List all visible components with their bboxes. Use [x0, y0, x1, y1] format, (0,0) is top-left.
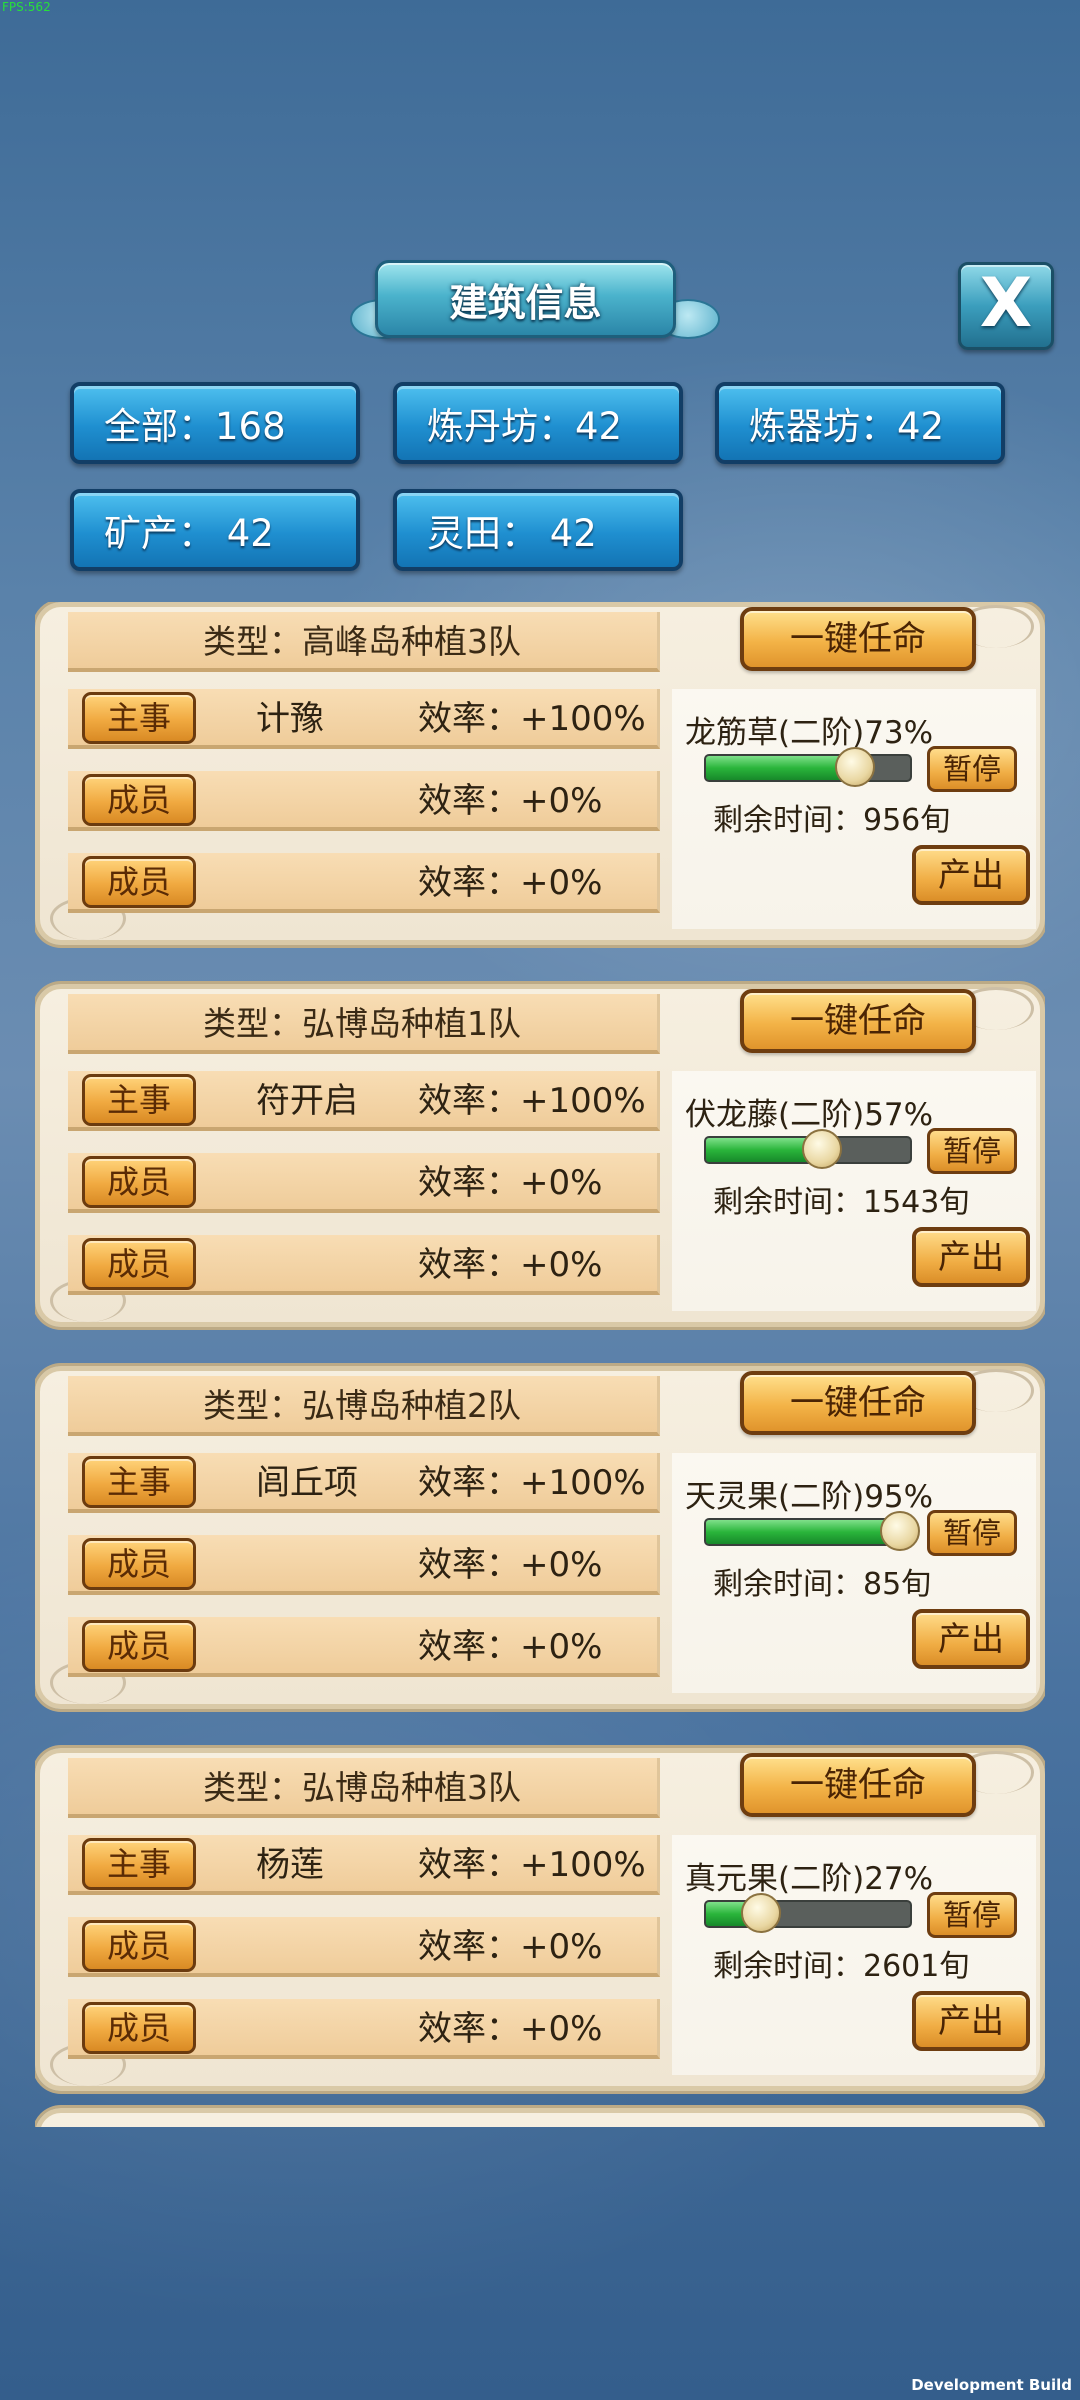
member-slot-button[interactable]: 成员 — [82, 1538, 196, 1590]
crop-progress-label: 龙筋草(二阶)73% — [685, 715, 934, 751]
dev-build-label: Development Build — [911, 2376, 1072, 2394]
title-banner: 建筑信息 — [350, 255, 730, 345]
staff-name: 杨莲 — [256, 1845, 324, 1885]
member-slot-button[interactable]: 成员 — [82, 2002, 196, 2054]
staff-name: 符开启 — [256, 1081, 358, 1121]
manager-slot-button[interactable]: 主事 — [82, 692, 196, 744]
team-card: 类型：弘博岛种植2队 主事 闾丘项 效率：+100% 成员 效率：+0% 成员 效率：+0% 一… — [35, 1366, 1045, 1709]
pause-button[interactable]: 暂停 — [927, 1128, 1017, 1174]
staff-row: 成员 效率：+0% — [68, 1917, 660, 1977]
team-type-band: 类型：弘博岛种植2队 — [68, 1376, 660, 1436]
remaining-time: 剩余时间：1543旬 — [713, 1185, 970, 1220]
team-type-label: 类型：高峰岛种植3队 — [203, 622, 521, 661]
member-slot-button[interactable]: 成员 — [82, 1920, 196, 1972]
growth-progress-bar — [704, 1893, 912, 1933]
staff-row: 成员 效率：+0% — [68, 771, 660, 831]
pause-button[interactable]: 暂停 — [927, 1892, 1017, 1938]
team-type-label: 类型：弘博岛种植3队 — [203, 1768, 521, 1807]
efficiency-label: 效率：+0% — [418, 1545, 603, 1585]
efficiency-label: 效率：+0% — [418, 2009, 603, 2049]
staff-row: 主事 计豫 效率：+100% — [68, 689, 660, 749]
efficiency-label: 效率：+0% — [418, 1245, 603, 1285]
efficiency-label: 效率：+0% — [418, 863, 603, 903]
close-button[interactable]: X — [958, 262, 1054, 350]
tab-all[interactable]: 全部：168 — [70, 382, 360, 464]
tab-forge[interactable]: 炼器坊：42 — [715, 382, 1005, 464]
efficiency-label: 效率：+100% — [418, 699, 646, 739]
auto-appoint-button[interactable]: 一键任命 — [740, 607, 976, 671]
remaining-time: 剩余时间：2601旬 — [713, 1949, 970, 1984]
member-slot-button[interactable]: 成员 — [82, 1156, 196, 1208]
growth-progress-bar — [704, 1129, 912, 1169]
member-slot-button[interactable]: 成员 — [82, 774, 196, 826]
efficiency-label: 效率：+0% — [418, 1627, 603, 1667]
team-type-band: 类型：弘博岛种植1队 — [68, 994, 660, 1054]
growth-progress-bar — [704, 747, 912, 787]
crop-progress-label: 伏龙藤(二阶)57% — [685, 1097, 934, 1133]
team-type-label: 类型：弘博岛种植1队 — [203, 1004, 521, 1043]
member-slot-button[interactable]: 成员 — [82, 856, 196, 908]
pause-button[interactable]: 暂停 — [927, 746, 1017, 792]
remaining-time: 剩余时间：956旬 — [713, 803, 951, 838]
staff-row: 成员 效率：+0% — [68, 1999, 660, 2059]
remaining-time: 剩余时间：85旬 — [713, 1567, 932, 1602]
tab-alchemy[interactable]: 炼丹坊：42 — [393, 382, 683, 464]
tab-spirit-field[interactable]: 灵田： 42 — [393, 489, 683, 571]
progress-fill — [706, 756, 855, 780]
staff-row: 成员 效率：+0% — [68, 1235, 660, 1295]
team-type-band: 类型：高峰岛种植3队 — [68, 612, 660, 672]
staff-row: 主事 符开启 效率：+100% — [68, 1071, 660, 1131]
staff-row: 成员 效率：+0% — [68, 1617, 660, 1677]
efficiency-label: 效率：+100% — [418, 1081, 646, 1121]
manager-slot-button[interactable]: 主事 — [82, 1838, 196, 1890]
staff-row: 主事 闾丘项 效率：+100% — [68, 1453, 660, 1513]
pause-button[interactable]: 暂停 — [927, 1510, 1017, 1556]
fps-counter: FPS:562 — [2, 0, 51, 14]
crop-progress-label: 天灵果(二阶)95% — [685, 1479, 934, 1515]
staff-name: 计豫 — [256, 699, 324, 739]
manager-slot-button[interactable]: 主事 — [82, 1074, 196, 1126]
efficiency-label: 效率：+0% — [418, 1163, 603, 1203]
team-type-band: 类型：弘博岛种植3队 — [68, 1758, 660, 1818]
auto-appoint-button[interactable]: 一键任命 — [740, 989, 976, 1053]
progress-knob — [879, 1511, 920, 1551]
staff-row: 成员 效率：+0% — [68, 853, 660, 913]
auto-appoint-button[interactable]: 一键任命 — [740, 1753, 976, 1817]
manager-slot-button[interactable]: 主事 — [82, 1456, 196, 1508]
efficiency-label: 效率：+100% — [418, 1845, 646, 1885]
output-button[interactable]: 产出 — [912, 1227, 1030, 1287]
tab-mine[interactable]: 矿产： 42 — [70, 489, 360, 571]
progress-knob — [741, 1893, 782, 1933]
staff-row: 主事 杨莲 效率：+100% — [68, 1835, 660, 1895]
efficiency-label: 效率：+0% — [418, 1927, 603, 1967]
progress-fill — [706, 1520, 900, 1544]
team-card: 类型：弘博岛种植1队 主事 符开启 效率：+100% 成员 效率：+0% 成员 效率：+0% 一… — [35, 984, 1045, 1327]
team-card: 类型：弘博岛种植3队 主事 杨莲 效率：+100% 成员 效率：+0% 成员 效率：+0% 一键… — [35, 1748, 1045, 2091]
efficiency-label: 效率：+100% — [418, 1463, 646, 1503]
auto-appoint-button[interactable]: 一键任命 — [740, 1371, 976, 1435]
member-slot-button[interactable]: 成员 — [82, 1620, 196, 1672]
growth-progress-bar — [704, 1511, 920, 1551]
progress-knob — [834, 747, 875, 787]
output-button[interactable]: 产出 — [912, 845, 1030, 905]
progress-knob — [802, 1129, 843, 1169]
building-list[interactable]: 类型：高峰岛种植3队 主事 计豫 效率：+100% 成员 效率：+0% 成员 效率：+0% 一键… — [35, 602, 1045, 2127]
staff-row: 成员 效率：+0% — [68, 1535, 660, 1595]
staff-row: 成员 效率：+0% — [68, 1153, 660, 1213]
team-card: 类型：高峰岛种植3队 主事 计豫 效率：+100% 成员 效率：+0% 成员 效率：+0% 一键… — [35, 602, 1045, 945]
crop-progress-label: 真元果(二阶)27% — [685, 1861, 934, 1897]
member-slot-button[interactable]: 成员 — [82, 1238, 196, 1290]
page-title: 建筑信息 — [375, 260, 676, 338]
staff-name: 闾丘项 — [256, 1463, 358, 1503]
efficiency-label: 效率：+0% — [418, 781, 603, 821]
output-button[interactable]: 产出 — [912, 1991, 1030, 2051]
output-button[interactable]: 产出 — [912, 1609, 1030, 1669]
team-card — [35, 2108, 1045, 2127]
team-type-label: 类型：弘博岛种植2队 — [203, 1386, 521, 1425]
